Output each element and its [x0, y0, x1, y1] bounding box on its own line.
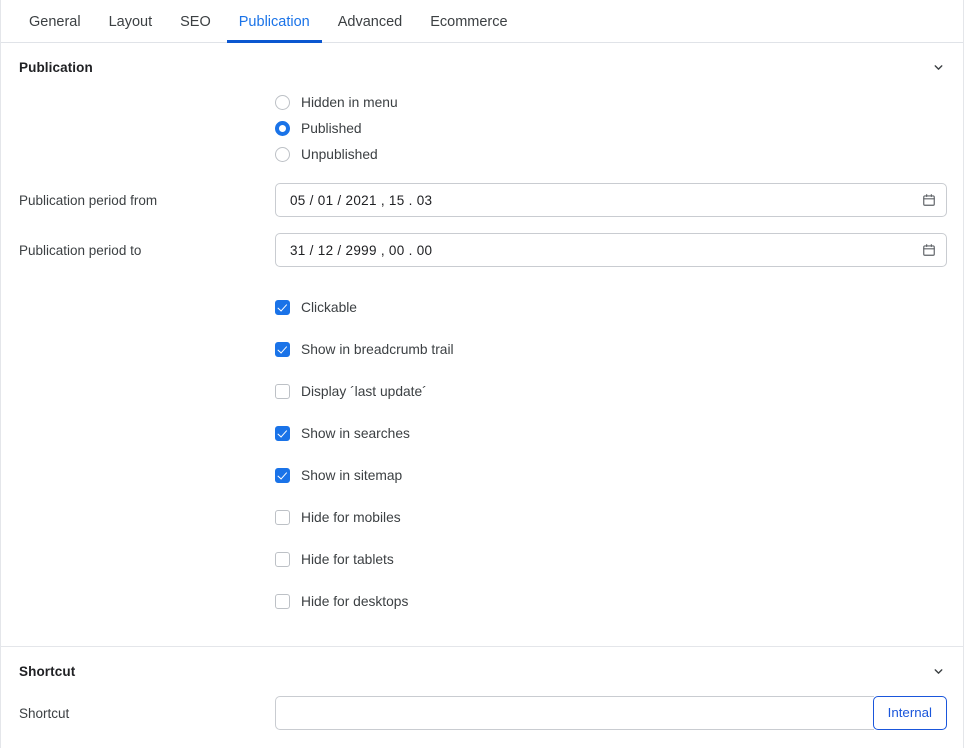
checkbox-row-show-in-sitemap[interactable]: Show in sitemap: [275, 454, 945, 496]
radio-label: Unpublished: [301, 146, 378, 162]
checkbox-indicator[interactable]: [275, 593, 290, 609]
publication-period-to-label: Publication period to: [19, 242, 142, 258]
checkbox-row-hide-for-desktops[interactable]: Hide for desktops: [275, 580, 945, 622]
shortcut-form: Shortcut Internal: [1, 679, 963, 730]
checkbox-indicator[interactable]: [275, 299, 290, 315]
publication-section-header[interactable]: Publication: [1, 43, 963, 75]
radio-label: Published: [301, 120, 362, 136]
checkbox-indicator[interactable]: [275, 467, 290, 483]
shortcut-section-header[interactable]: Shortcut: [1, 647, 963, 679]
publication-form: Hidden in menu Published Unpublished Pub…: [1, 75, 963, 622]
radio-indicator[interactable]: [275, 146, 290, 162]
checkbox-label: Show in searches: [301, 425, 410, 441]
checkbox-indicator[interactable]: [275, 509, 290, 525]
checkbox-row-show-in-searches[interactable]: Show in searches: [275, 412, 945, 454]
settings-page: General Layout SEO Publication Advanced …: [0, 0, 964, 748]
publication-period-from-field: [275, 183, 947, 217]
publication-period-from-label: Publication period from: [19, 192, 158, 208]
publication-period-from-input[interactable]: [275, 183, 947, 217]
checkbox-row-clickable[interactable]: Clickable: [275, 286, 945, 328]
checkbox-label: Display ´last update´: [301, 383, 427, 399]
tab-seo[interactable]: SEO: [166, 14, 225, 43]
tab-bar: General Layout SEO Publication Advanced …: [1, 0, 963, 43]
publication-status-group: Hidden in menu Published Unpublished: [275, 75, 945, 167]
publication-section-title: Publication: [19, 60, 93, 75]
shortcut-field: Internal: [275, 696, 947, 730]
chevron-down-icon[interactable]: [932, 61, 945, 74]
chevron-down-icon[interactable]: [932, 665, 945, 678]
checkbox-label: Hide for tablets: [301, 551, 394, 567]
radio-option-unpublished[interactable]: Unpublished: [275, 141, 945, 167]
tab-layout[interactable]: Layout: [95, 14, 167, 43]
checkbox-row-hide-for-tablets[interactable]: Hide for tablets: [275, 538, 945, 580]
tab-advanced[interactable]: Advanced: [324, 14, 417, 43]
checkbox-row-display-last-update[interactable]: Display ´last update´: [275, 370, 945, 412]
internal-button[interactable]: Internal: [872, 696, 947, 730]
checkbox-row-show-in-breadcrumb-trail[interactable]: Show in breadcrumb trail: [275, 328, 945, 370]
checkbox-label: Show in sitemap: [301, 467, 403, 483]
publication-period-from-row: Publication period from: [19, 167, 947, 217]
radio-indicator[interactable]: [275, 94, 290, 110]
radio-option-published[interactable]: Published: [275, 115, 945, 141]
radio-option-hidden-in-menu[interactable]: Hidden in menu: [275, 89, 945, 115]
publication-period-to-field: [275, 233, 947, 267]
checkbox-row-hide-for-mobiles[interactable]: Hide for mobiles: [275, 496, 945, 538]
publication-period-to-row: Publication period to: [19, 217, 947, 267]
publication-options-list: Clickable Show in breadcrumb trail Displ…: [275, 267, 945, 622]
publication-period-to-input[interactable]: [275, 233, 947, 267]
tab-publication[interactable]: Publication: [225, 14, 324, 43]
shortcut-field-label: Shortcut: [19, 705, 70, 721]
checkbox-label: Clickable: [301, 299, 357, 315]
radio-label: Hidden in menu: [301, 94, 398, 110]
shortcut-row: Shortcut Internal: [19, 679, 947, 730]
tab-general[interactable]: General: [15, 14, 95, 43]
checkbox-label: Show in breadcrumb trail: [301, 341, 454, 357]
checkbox-indicator[interactable]: [275, 383, 290, 399]
checkbox-indicator[interactable]: [275, 551, 290, 567]
tab-ecommerce[interactable]: Ecommerce: [416, 14, 521, 43]
shortcut-input[interactable]: [275, 696, 874, 730]
shortcut-section-title: Shortcut: [19, 664, 76, 679]
checkbox-indicator[interactable]: [275, 341, 290, 357]
checkbox-label: Hide for desktops: [301, 593, 409, 609]
radio-indicator[interactable]: [275, 120, 290, 136]
checkbox-indicator[interactable]: [275, 425, 290, 441]
checkbox-label: Hide for mobiles: [301, 509, 401, 525]
